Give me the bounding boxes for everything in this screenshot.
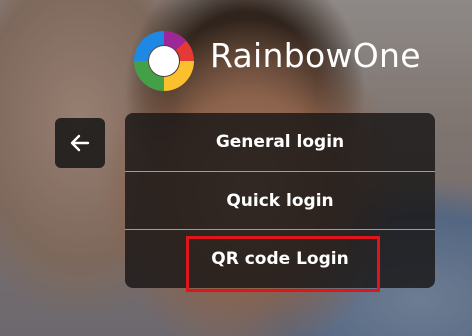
qr-code-login-button[interactable]: QR code Login <box>125 229 435 292</box>
login-options-menu: General login Quick login QR code Login <box>125 113 435 292</box>
general-login-button[interactable]: General login <box>125 113 435 171</box>
brand-name: RainbowOne <box>210 36 421 75</box>
qr-code-login-label: QR code Login <box>211 248 349 269</box>
login-screen: RainbowOne General login Quick login QR … <box>0 0 472 336</box>
back-button[interactable] <box>55 118 105 168</box>
quick-login-label: Quick login <box>226 190 334 211</box>
quick-login-button[interactable]: Quick login <box>125 171 435 229</box>
arrow-left-icon <box>70 134 90 152</box>
general-login-label: General login <box>215 132 345 152</box>
rainbowone-logo-icon <box>134 31 194 91</box>
